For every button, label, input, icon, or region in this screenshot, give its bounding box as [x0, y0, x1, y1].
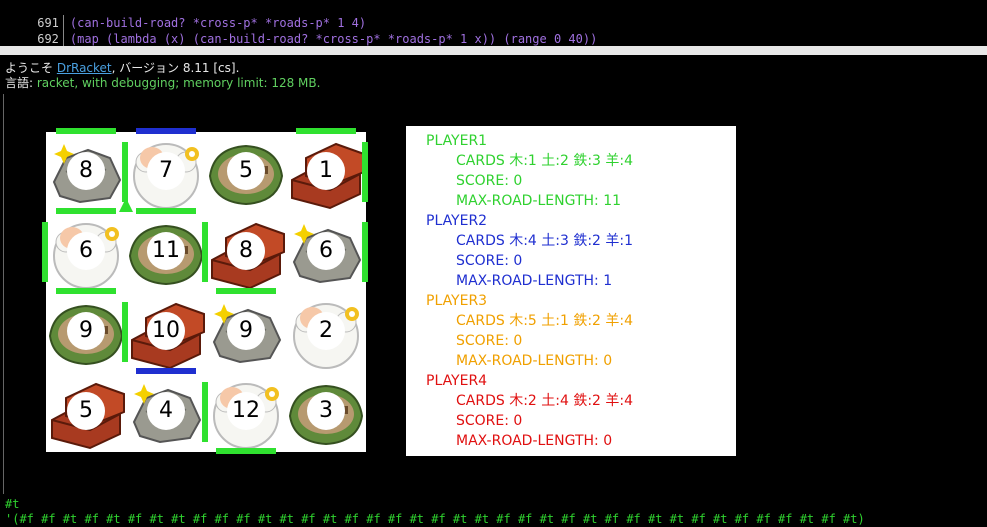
code-line[interactable]: 692 (map (lambda (x) (can-build-road? *cr… [0, 15, 597, 46]
tile-number: 10 [147, 312, 185, 350]
player-name: PLAYER4 [426, 373, 488, 389]
player-cards: CARDS 木:4 土:3 鉄:2 羊:1 [456, 233, 634, 249]
tile-rock: 4 [126, 372, 206, 452]
road-player-1 [202, 382, 208, 442]
pane-divider[interactable] [0, 46, 987, 55]
tile-number: 5 [227, 152, 265, 190]
tile-wood: 11 [126, 212, 206, 292]
player-name: PLAYER2 [426, 213, 488, 229]
tile-brick: 1 [286, 132, 366, 212]
player-score: SCORE: 0 [456, 173, 523, 189]
player-road: MAX-ROAD-LENGTH: 0 [456, 433, 613, 449]
welcome-prefix: ようこそ [5, 61, 57, 75]
language-label: 言語: [5, 76, 37, 90]
road-player-1 [216, 288, 276, 294]
tile-number: 9 [67, 312, 105, 350]
result-list: '(#f #f #t #f #t #f #t #t #f #f #f #t #t… [5, 512, 865, 526]
catan-board: 8 7 5 1 6 11 8 6 9 10 9 2 5 4 12 3 [42, 128, 368, 454]
tile-rock: 8 [46, 132, 126, 212]
player-name: PLAYER1 [426, 133, 488, 149]
result-true: #t [5, 497, 20, 511]
drracket-link[interactable]: DrRacket [57, 61, 112, 75]
tile-number: 4 [147, 392, 185, 430]
tile-number: 1 [307, 152, 345, 190]
road-player-2 [136, 128, 196, 134]
road-player-1 [56, 288, 116, 294]
tile-rock: 9 [206, 292, 286, 372]
road-player-1 [202, 222, 208, 282]
road-player-1 [362, 142, 368, 202]
road-player-1 [56, 208, 116, 214]
tile-number: 6 [67, 232, 105, 270]
player-road: MAX-ROAD-LENGTH: 11 [456, 193, 622, 209]
road-player-1 [296, 128, 356, 134]
road-player-1 [122, 302, 128, 362]
tile-sheep: 2 [286, 292, 366, 372]
repl-gutter [3, 94, 4, 494]
tile-wood: 5 [206, 132, 286, 212]
player-score: SCORE: 0 [456, 253, 523, 269]
repl-welcome: ようこそ DrRacket, バージョン 8.11 [cs]. 言語: rack… [5, 61, 320, 91]
road-player-1 [122, 142, 128, 202]
welcome-version: , バージョン 8.11 [cs]. [111, 61, 240, 75]
tile-number: 2 [307, 312, 345, 350]
player-cards: CARDS 木:2 土:4 鉄:2 羊:4 [456, 393, 634, 409]
tile-number: 11 [147, 232, 185, 270]
road-player-1 [216, 448, 276, 454]
road-player-1 [136, 208, 196, 214]
player-score: SCORE: 0 [456, 333, 523, 349]
players-panel: PLAYER1 CARDS 木:1 土:2 鉄:3 羊:4 SCORE: 0 MAX-… [406, 126, 736, 456]
code-line[interactable]: 691 (can-build-road? *cross-p* *roads-p* … [0, 0, 366, 31]
repl-output: #t '(#f #f #t #f #t #f #t #t #f #f #f #t… [5, 497, 865, 527]
road-player-1 [42, 222, 48, 282]
tile-sheep: 7 [126, 132, 206, 212]
player-cards: CARDS 木:5 土:1 鉄:2 羊:4 [456, 313, 634, 329]
tile-sheep: 6 [46, 212, 126, 292]
player-cards: CARDS 木:1 土:2 鉄:3 羊:4 [456, 153, 634, 169]
road-player-1 [362, 222, 368, 282]
definitions-editor[interactable]: 691 (can-build-road? *cross-p* *roads-p* … [0, 0, 987, 46]
tile-brick: 8 [206, 212, 286, 292]
tile-sheep: 12 [206, 372, 286, 452]
tile-number: 6 [307, 232, 345, 270]
player-score: SCORE: 0 [456, 413, 523, 429]
tile-brick: 10 [126, 292, 206, 372]
tile-brick: 5 [46, 372, 126, 452]
road-player-1 [56, 128, 116, 134]
tile-number: 8 [67, 152, 105, 190]
tile-number: 5 [67, 392, 105, 430]
tile-number: 9 [227, 312, 265, 350]
tile-number: 3 [307, 392, 345, 430]
tile-wood: 9 [46, 292, 126, 372]
settlement-player-1 [119, 198, 133, 212]
player-road: MAX-ROAD-LENGTH: 0 [456, 353, 613, 369]
tile-number: 8 [227, 232, 265, 270]
code-line[interactable]: 693 [0, 31, 70, 46]
code-text[interactable]: (map (lambda (x) (can-build-road? *cross… [70, 32, 597, 46]
tile-number: 7 [147, 152, 185, 190]
tile-wood: 3 [286, 372, 366, 452]
player-road: MAX-ROAD-LENGTH: 1 [456, 273, 613, 289]
tile-number: 12 [227, 392, 265, 430]
tile-rock: 6 [286, 212, 366, 292]
player-name: PLAYER3 [426, 293, 488, 309]
language-value: racket, with debugging; memory limit: 12… [36, 76, 321, 90]
road-player-2 [136, 368, 196, 374]
